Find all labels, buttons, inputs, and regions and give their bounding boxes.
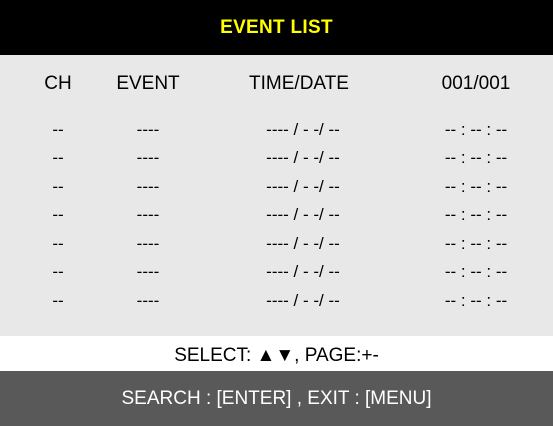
table-header: CH EVENT TIME/DATE 001/001 [0, 55, 553, 110]
row-time: -- : -- : -- [444, 234, 508, 253]
select-hint: SELECT: ▲▼, PAGE:+- [174, 345, 379, 366]
row-ch: -- [52, 148, 64, 167]
row-event: ---- [136, 177, 160, 196]
row-date: ---- / - -/ -- [266, 148, 340, 167]
row-ch: -- [52, 120, 64, 139]
row-ch: -- [52, 177, 64, 196]
row-time: -- : -- : -- [444, 177, 508, 196]
row-time: -- : -- : -- [444, 148, 508, 167]
row-date: ---- / - -/ -- [266, 205, 340, 224]
row-event: ---- [136, 148, 160, 167]
row-event: ---- [136, 262, 160, 281]
row-event: ---- [136, 234, 160, 253]
column-header-ch: CH [44, 73, 72, 94]
row-event: ---- [136, 205, 160, 224]
row-time: -- : -- : -- [444, 205, 508, 224]
row-time: -- : -- : -- [444, 262, 508, 281]
row-time: -- : -- : -- [444, 120, 508, 139]
event-list-panel: EVENT LIST CH EVENT TIME/DATE 001/001 --… [0, 0, 553, 426]
row-ch: -- [52, 234, 64, 253]
title-bar: EVENT LIST [0, 0, 553, 55]
row-date: ---- / - -/ -- [266, 291, 340, 310]
row-ch: -- [52, 262, 64, 281]
column-header-event: EVENT [116, 73, 180, 94]
event-table-body: -- ---- ---- / - -/ -- -- : -- : -- -- -… [0, 110, 553, 336]
row-date: ---- / - -/ -- [266, 177, 340, 196]
row-ch: -- [52, 291, 64, 310]
page-title: EVENT LIST [220, 16, 333, 38]
page-indicator: 001/001 [441, 73, 511, 94]
row-ch: -- [52, 205, 64, 224]
row-date: ---- / - -/ -- [266, 120, 340, 139]
row-time: -- : -- : -- [444, 291, 508, 310]
row-date: ---- / - -/ -- [266, 262, 340, 281]
row-event: ---- [136, 120, 160, 139]
column-header-time-date: TIME/DATE [249, 73, 349, 94]
footer-instructions: SEARCH : [ENTER] , EXIT : [MENU] [121, 387, 432, 409]
row-date: ---- / - -/ -- [266, 234, 340, 253]
row-event: ---- [136, 291, 160, 310]
footer-bar: SEARCH : [ENTER] , EXIT : [MENU] [0, 371, 553, 426]
